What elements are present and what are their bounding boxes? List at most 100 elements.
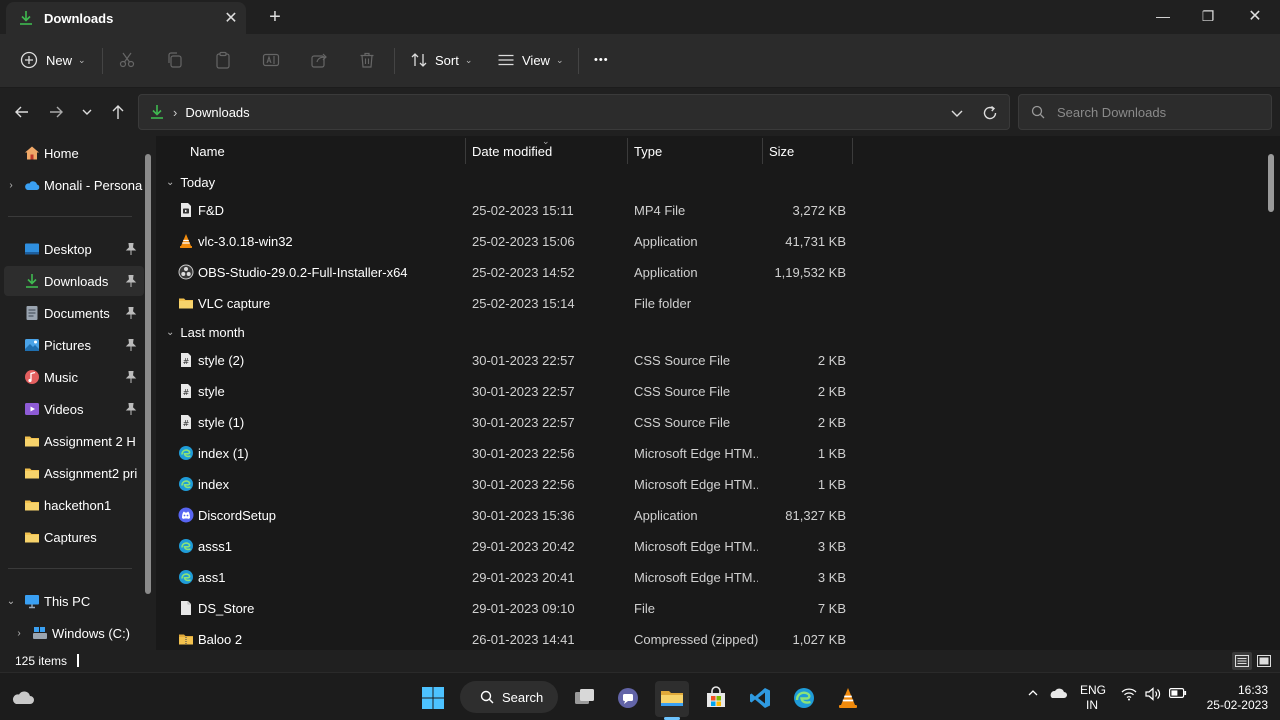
sidebar-item-assignment-2-h[interactable]: Assignment 2 H xyxy=(4,426,144,456)
chevron-right-icon[interactable]: › xyxy=(173,105,177,120)
table-row[interactable]: Baloo 2 26-01-2023 14:41 Compressed (zip… xyxy=(156,624,856,650)
taskbar-search-button[interactable]: Search xyxy=(460,681,558,713)
view-button[interactable]: View ⌄ xyxy=(497,44,564,76)
breadcrumb-downloads[interactable]: Downloads xyxy=(185,105,249,120)
table-row[interactable]: OBS-Studio-29.0.2-Full-Installer-x64 25-… xyxy=(156,257,856,288)
chevron-down-icon[interactable]: ⌄ xyxy=(4,596,18,607)
sidebar-item-hackethon1[interactable]: hackethon1 xyxy=(4,490,144,520)
chevron-right-icon[interactable]: › xyxy=(12,628,26,639)
table-row[interactable]: ass1 29-01-2023 20:41 Microsoft Edge HTM… xyxy=(156,562,856,593)
table-row[interactable]: # style (2) 30-01-2023 22:57 CSS Source … xyxy=(156,345,856,376)
file-list-scrollbar[interactable] xyxy=(1268,154,1274,212)
file-explorer-button[interactable] xyxy=(655,681,689,715)
sidebar-item-desktop[interactable]: Desktop xyxy=(4,234,144,264)
new-tab-button[interactable]: + xyxy=(260,4,290,30)
column-header-size[interactable]: Size xyxy=(769,136,794,166)
back-button[interactable] xyxy=(8,98,36,126)
sidebar-item-windows-c[interactable]: › Windows (C:) xyxy=(12,618,152,648)
column-header-date[interactable]: Date modified xyxy=(472,136,552,166)
microsoft-store-button[interactable] xyxy=(699,681,733,715)
battery-status[interactable] xyxy=(1169,687,1187,702)
show-hidden-icons-button[interactable] xyxy=(1027,687,1039,702)
more-options-button[interactable]: ••• xyxy=(594,44,609,76)
sidebar-item-this-pc[interactable]: ⌄ This PC xyxy=(4,586,144,616)
file-type: CSS Source File xyxy=(634,384,731,399)
table-row[interactable]: index 30-01-2023 22:56 Microsoft Edge HT… xyxy=(156,469,856,500)
group-header-today[interactable]: ⌄ Today xyxy=(166,170,215,194)
explorer-tab[interactable]: Downloads ✕ xyxy=(6,2,246,34)
copy-button[interactable] xyxy=(166,44,184,76)
minimize-button[interactable]: — xyxy=(1139,0,1187,32)
vscode-button[interactable] xyxy=(743,681,777,715)
sidebar-item-onedrive[interactable]: › Monali - Persona xyxy=(4,170,144,200)
table-row[interactable]: asss1 29-01-2023 20:42 Microsoft Edge HT… xyxy=(156,531,856,562)
address-bar[interactable]: › Downloads xyxy=(138,94,1010,130)
volume-status[interactable] xyxy=(1145,687,1161,704)
file-date: 25-02-2023 14:52 xyxy=(472,265,575,280)
sidebar-item-music[interactable]: Music xyxy=(4,362,144,392)
up-button[interactable] xyxy=(104,98,132,126)
sidebar-item-home[interactable]: Home xyxy=(4,138,144,168)
rename-button[interactable] xyxy=(262,44,280,76)
new-button[interactable]: New ⌄ xyxy=(20,44,86,76)
vlc-button[interactable] xyxy=(831,681,865,715)
search-box[interactable] xyxy=(1018,94,1272,130)
onedrive-tray-button[interactable] xyxy=(1049,687,1067,702)
recent-locations-button[interactable] xyxy=(73,98,101,126)
paste-button[interactable] xyxy=(214,44,232,76)
details-view-icon xyxy=(1235,655,1249,667)
column-divider[interactable] xyxy=(762,138,763,164)
table-row[interactable]: # style (1) 30-01-2023 22:57 CSS Source … xyxy=(156,407,856,438)
task-view-button[interactable] xyxy=(567,681,601,715)
table-row[interactable]: DiscordSetup 30-01-2023 15:36 Applicatio… xyxy=(156,500,856,531)
sidebar-item-videos[interactable]: Videos xyxy=(4,394,144,424)
table-row[interactable]: F&D 25-02-2023 15:11 MP4 File 3,272 KB xyxy=(156,195,856,226)
column-divider[interactable] xyxy=(627,138,628,164)
column-header-type[interactable]: Type xyxy=(634,136,662,166)
folder-icon xyxy=(25,532,39,543)
column-header-name[interactable]: Name xyxy=(190,136,225,166)
delete-button[interactable] xyxy=(358,44,376,76)
sidebar-item-captures[interactable]: Captures xyxy=(4,522,144,552)
sort-button[interactable]: Sort ⌄ xyxy=(410,44,472,76)
input-language-indicator[interactable]: ENG IN xyxy=(1080,683,1106,713)
wifi-status[interactable] xyxy=(1121,687,1137,704)
column-divider[interactable] xyxy=(465,138,466,164)
maximize-button[interactable]: ❐ xyxy=(1184,0,1232,32)
close-tab-button[interactable]: ✕ xyxy=(216,6,246,30)
sidebar-item-label: Monali - Persona xyxy=(44,177,143,193)
taskbar-clock[interactable]: 16:33 25-02-2023 xyxy=(1198,683,1268,713)
sidebar-scrollbar[interactable] xyxy=(145,154,151,594)
folder-icon xyxy=(25,500,39,511)
close-window-button[interactable]: ✕ xyxy=(1231,0,1279,32)
battery-icon xyxy=(1169,688,1187,699)
sidebar-item-assignment2-pri[interactable]: Assignment2 pri xyxy=(4,458,144,488)
refresh-button[interactable] xyxy=(977,101,1003,125)
column-divider[interactable] xyxy=(852,138,853,164)
table-row[interactable]: VLC capture 25-02-2023 15:14 File folder xyxy=(156,288,856,319)
details-view-button[interactable] xyxy=(1232,652,1252,670)
sidebar-item-documents[interactable]: Documents xyxy=(4,298,144,328)
sidebar-item-pictures[interactable]: Pictures xyxy=(4,330,144,360)
start-button[interactable] xyxy=(416,681,450,715)
chevron-right-icon[interactable]: › xyxy=(4,180,18,191)
download-icon xyxy=(151,105,163,119)
large-icons-view-button[interactable] xyxy=(1254,652,1274,670)
sidebar-item-downloads[interactable]: Downloads xyxy=(4,266,144,296)
share-button[interactable] xyxy=(310,44,328,76)
table-row[interactable]: vlc-3.0.18-win32 25-02-2023 15:06 Applic… xyxy=(156,226,856,257)
cut-button[interactable] xyxy=(118,44,136,76)
file-name: DS_Store xyxy=(198,601,255,616)
cloud-weather-icon xyxy=(12,691,34,704)
tiles-view-icon xyxy=(1257,655,1271,667)
table-row[interactable]: index (1) 30-01-2023 22:56 Microsoft Edg… xyxy=(156,438,856,469)
search-input[interactable] xyxy=(1057,104,1257,120)
table-row[interactable]: DS_Store 29-01-2023 09:10 File 7 KB xyxy=(156,593,856,624)
edge-browser-button[interactable] xyxy=(787,681,821,715)
teams-chat-button[interactable] xyxy=(611,681,645,715)
table-row[interactable]: # style 30-01-2023 22:57 CSS Source File… xyxy=(156,376,856,407)
forward-button[interactable] xyxy=(42,98,70,126)
group-header-last-month[interactable]: ⌄ Last month xyxy=(166,320,245,344)
address-history-dropdown[interactable] xyxy=(945,103,969,123)
weather-widget[interactable] xyxy=(6,681,40,715)
